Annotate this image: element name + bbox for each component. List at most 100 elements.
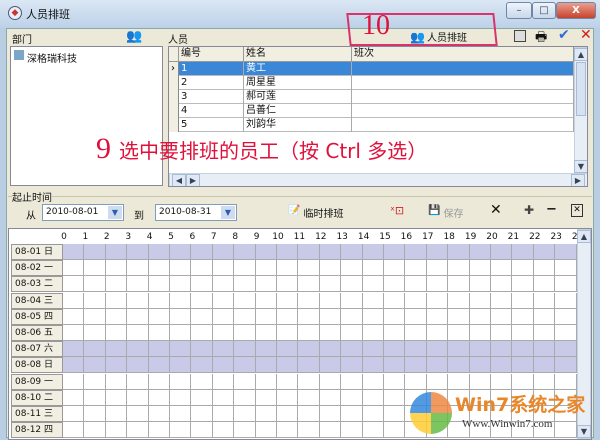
header-shift[interactable]: 班次: [352, 47, 574, 62]
hour-cell[interactable]: [277, 260, 299, 277]
hour-cell[interactable]: [234, 373, 256, 390]
hour-cell[interactable]: [255, 389, 277, 406]
scroll-right-arrow[interactable]: ▶: [571, 174, 585, 186]
hour-cell[interactable]: [491, 260, 513, 277]
close-button[interactable]: X: [556, 2, 596, 19]
hour-cell[interactable]: [533, 373, 556, 390]
hour-cell[interactable]: [255, 357, 277, 374]
hour-cell[interactable]: [170, 389, 192, 406]
hour-cell[interactable]: [341, 406, 363, 422]
hour-cell[interactable]: [148, 422, 170, 439]
hour-cell[interactable]: [448, 308, 470, 325]
hour-cell[interactable]: [84, 389, 106, 406]
hour-cell[interactable]: [170, 292, 192, 309]
hour-cell[interactable]: [384, 422, 406, 439]
clear-all-icon[interactable]: ✕: [571, 204, 583, 217]
hour-cell[interactable]: [191, 276, 213, 293]
scroll-down-arrow[interactable]: ▼: [577, 425, 591, 438]
hour-cell[interactable]: [170, 260, 192, 277]
hour-cell[interactable]: [212, 276, 235, 293]
hour-cell[interactable]: [384, 308, 406, 325]
hour-cell[interactable]: [512, 292, 534, 309]
hour-cell[interactable]: [255, 406, 277, 422]
hour-cell[interactable]: [448, 244, 470, 260]
hour-cell[interactable]: [512, 308, 534, 325]
hour-cell[interactable]: [533, 357, 556, 374]
hour-cell[interactable]: [84, 406, 106, 422]
hour-cell[interactable]: [469, 325, 491, 341]
hour-cell[interactable]: [426, 357, 449, 374]
hour-cell[interactable]: [170, 357, 192, 374]
hour-cell[interactable]: [448, 325, 470, 341]
hour-cell[interactable]: [127, 357, 149, 374]
hour-cell[interactable]: [362, 308, 384, 325]
hour-cell[interactable]: [469, 292, 491, 309]
hour-cell[interactable]: [212, 422, 235, 439]
delete-icon[interactable]: ✕: [490, 202, 502, 218]
day-label[interactable]: 08-10 二: [11, 389, 63, 406]
hour-cell[interactable]: [491, 357, 513, 374]
hour-cell[interactable]: [533, 292, 556, 309]
hour-cell[interactable]: [234, 276, 256, 293]
hour-cell[interactable]: [448, 357, 470, 374]
hour-cell[interactable]: [191, 389, 213, 406]
hour-cell[interactable]: [341, 341, 363, 358]
close-x-icon[interactable]: ✕: [580, 27, 592, 43]
hour-cell[interactable]: [148, 260, 170, 277]
hour-cell[interactable]: [448, 373, 470, 390]
hour-cell[interactable]: [84, 341, 106, 358]
hour-cell[interactable]: [170, 341, 192, 358]
scroll-right-arrow-left[interactable]: ▶: [186, 174, 200, 186]
hour-cell[interactable]: [319, 276, 342, 293]
hour-cell[interactable]: [191, 308, 213, 325]
hour-cell[interactable]: [533, 341, 556, 358]
hour-cell[interactable]: [533, 260, 556, 277]
to-date-picker[interactable]: 2010-08-31 ▼: [155, 204, 237, 221]
hour-cell[interactable]: [341, 292, 363, 309]
row-indicator[interactable]: ›: [169, 62, 179, 76]
hour-cell[interactable]: [469, 373, 491, 390]
hour-cell[interactable]: [426, 244, 449, 260]
hour-cell[interactable]: [63, 260, 85, 277]
hour-cell[interactable]: [533, 325, 556, 341]
hour-cell[interactable]: [148, 292, 170, 309]
hour-cell[interactable]: [405, 308, 427, 325]
hour-cell[interactable]: [212, 373, 235, 390]
hour-cell[interactable]: [298, 406, 320, 422]
hour-cell[interactable]: [105, 373, 128, 390]
hour-cell[interactable]: [512, 244, 534, 260]
hour-cell[interactable]: [105, 276, 128, 293]
hour-cell[interactable]: [127, 308, 149, 325]
table-row[interactable]: 3 郝可莲: [169, 90, 574, 104]
hour-cell[interactable]: [127, 292, 149, 309]
people-icon[interactable]: 👥: [126, 29, 142, 44]
header-name[interactable]: 姓名: [244, 47, 352, 62]
hour-cell[interactable]: [277, 422, 299, 439]
hour-cell[interactable]: [362, 276, 384, 293]
hour-cell[interactable]: [341, 260, 363, 277]
hour-cell[interactable]: [63, 389, 85, 406]
hour-cell[interactable]: [148, 373, 170, 390]
day-label[interactable]: 08-02 一: [11, 260, 63, 277]
hour-cell[interactable]: [212, 260, 235, 277]
scroll-up-arrow[interactable]: ▲: [577, 230, 591, 243]
hour-cell[interactable]: [405, 357, 427, 374]
hour-cell[interactable]: [319, 244, 342, 260]
hour-cell[interactable]: [384, 373, 406, 390]
hour-cell[interactable]: [127, 325, 149, 341]
day-label[interactable]: 08-07 六: [11, 341, 63, 358]
hour-cell[interactable]: [234, 325, 256, 341]
hour-cell[interactable]: [384, 244, 406, 260]
hour-cell[interactable]: [362, 389, 384, 406]
hour-cell[interactable]: [212, 341, 235, 358]
hour-cell[interactable]: [255, 292, 277, 309]
hour-cell[interactable]: [555, 422, 577, 439]
hour-cell[interactable]: [448, 260, 470, 277]
hour-cell[interactable]: [341, 276, 363, 293]
hour-cell[interactable]: [277, 389, 299, 406]
hour-cell[interactable]: [127, 276, 149, 293]
hour-cell[interactable]: [105, 406, 128, 422]
hour-cell[interactable]: [555, 244, 577, 260]
row-indicator[interactable]: [169, 90, 179, 104]
hour-cell[interactable]: [319, 341, 342, 358]
